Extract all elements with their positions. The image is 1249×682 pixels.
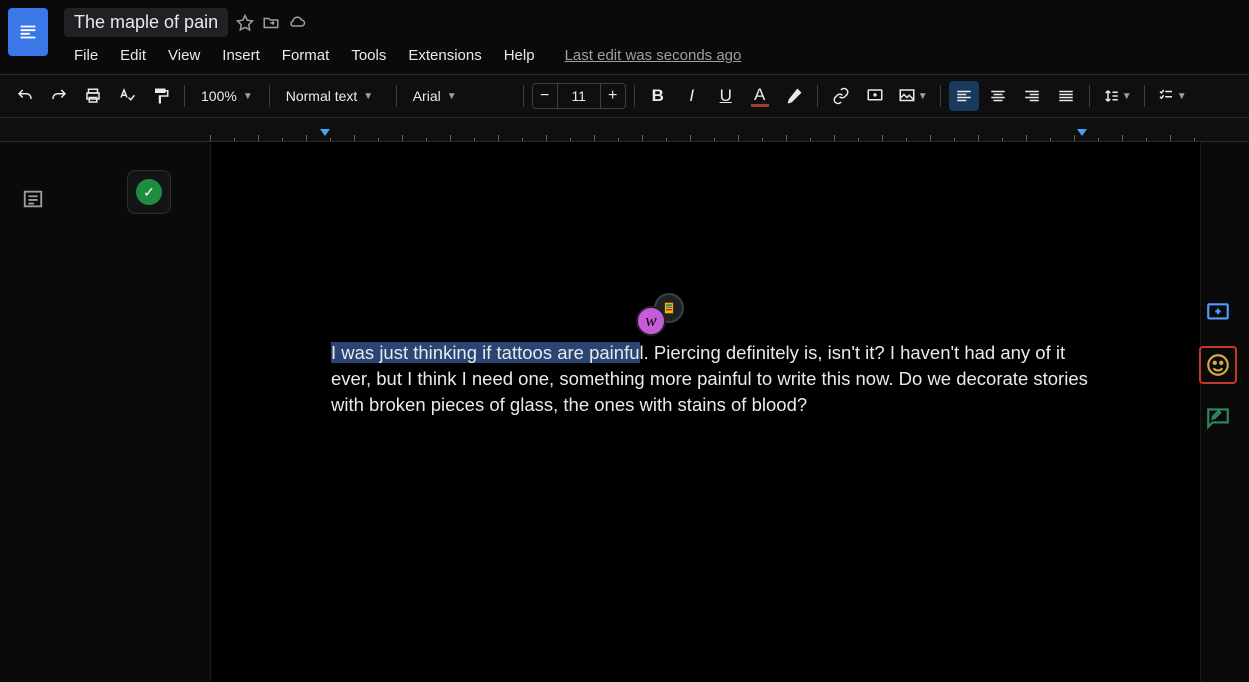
- menu-view[interactable]: View: [158, 43, 210, 68]
- add-comment-side-icon[interactable]: [1199, 294, 1237, 332]
- undo-icon[interactable]: [10, 81, 40, 111]
- grammar-check-badge[interactable]: ✓: [127, 170, 171, 214]
- align-left-icon[interactable]: [949, 81, 979, 111]
- docs-app-icon[interactable]: [8, 8, 48, 56]
- line-spacing-icon[interactable]: ▼: [1098, 81, 1136, 111]
- checklist-icon[interactable]: ▼: [1153, 81, 1191, 111]
- collaborator-avatar[interactable]: w: [636, 306, 666, 336]
- paragraph-style-select[interactable]: Normal text▼: [278, 81, 388, 111]
- insert-image-icon[interactable]: ▼: [894, 81, 932, 111]
- menu-file[interactable]: File: [64, 43, 108, 68]
- toolbar: 100%▼ Normal text▼ Arial▼ − 11 + B I U A…: [0, 74, 1249, 118]
- move-folder-icon[interactable]: [262, 14, 280, 32]
- menu-help[interactable]: Help: [494, 43, 545, 68]
- font-select[interactable]: Arial▼: [405, 81, 515, 111]
- suggest-edits-icon[interactable]: [1199, 398, 1237, 436]
- menu-format[interactable]: Format: [272, 43, 340, 68]
- italic-button[interactable]: I: [677, 81, 707, 111]
- right-indent-marker[interactable]: [1077, 129, 1087, 136]
- zoom-select[interactable]: 100%▼: [193, 81, 261, 111]
- selected-text: I was just thinking if tattoos are painf…: [331, 342, 640, 363]
- checkmark-icon: ✓: [136, 179, 162, 205]
- menu-tools[interactable]: Tools: [341, 43, 396, 68]
- outline-toggle-icon[interactable]: [18, 184, 48, 214]
- document-title[interactable]: The maple of pain: [64, 8, 228, 37]
- menu-extensions[interactable]: Extensions: [398, 43, 491, 68]
- align-center-icon[interactable]: [983, 81, 1013, 111]
- font-size-increase[interactable]: +: [600, 83, 626, 109]
- ruler[interactable]: 21123456789101112131415161718: [0, 118, 1249, 142]
- menubar: File Edit View Insert Format Tools Exten…: [64, 43, 741, 68]
- document-body[interactable]: I was just thinking if tattoos are painf…: [331, 340, 1091, 418]
- menu-edit[interactable]: Edit: [110, 43, 156, 68]
- highlight-color-button[interactable]: [779, 81, 809, 111]
- document-page[interactable]: w I was just thinking if tattoos are pai…: [210, 142, 1201, 682]
- star-icon[interactable]: [236, 14, 254, 32]
- insert-link-icon[interactable]: [826, 81, 856, 111]
- left-indent-marker[interactable]: [320, 129, 330, 136]
- font-size-value[interactable]: 11: [558, 83, 600, 109]
- cloud-status-icon[interactable]: [288, 14, 306, 32]
- last-edit-link[interactable]: Last edit was seconds ago: [565, 47, 742, 64]
- spellcheck-icon[interactable]: [112, 81, 142, 111]
- redo-icon[interactable]: [44, 81, 74, 111]
- text-color-button[interactable]: A: [745, 81, 775, 111]
- bold-button[interactable]: B: [643, 81, 673, 111]
- align-justify-icon[interactable]: [1051, 81, 1081, 111]
- align-right-icon[interactable]: [1017, 81, 1047, 111]
- paint-format-icon[interactable]: [146, 81, 176, 111]
- font-size-decrease[interactable]: −: [532, 83, 558, 109]
- print-icon[interactable]: [78, 81, 108, 111]
- add-comment-icon[interactable]: [860, 81, 890, 111]
- underline-button[interactable]: U: [711, 81, 741, 111]
- emoji-reaction-icon[interactable]: [1199, 346, 1237, 384]
- menu-insert[interactable]: Insert: [212, 43, 270, 68]
